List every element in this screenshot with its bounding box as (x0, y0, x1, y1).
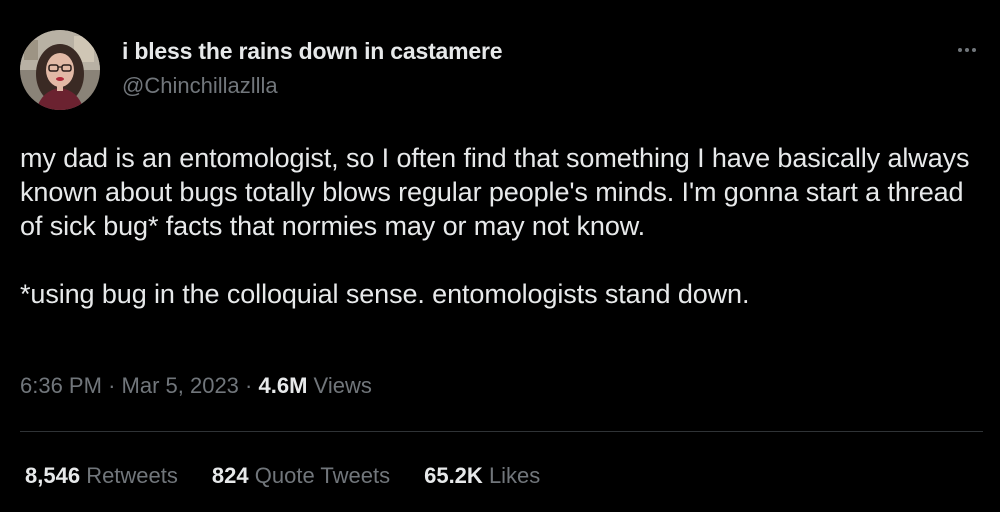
meta-separator: · (108, 373, 116, 398)
tweet-text: my dad is an entomologist, so I often fi… (20, 141, 985, 311)
likes-stat[interactable]: 65.2K Likes (424, 463, 540, 489)
profile-photo-icon (20, 30, 100, 110)
meta-separator: · (245, 373, 253, 398)
avatar[interactable] (20, 30, 100, 110)
tweet-stats: 8,546 Retweets 824 Quote Tweets 65.2K Li… (25, 463, 540, 489)
tweet-text-paragraph-1: my dad is an entomologist, so I often fi… (20, 143, 977, 241)
quote-tweets-label: Quote Tweets (254, 463, 391, 488)
likes-count: 65.2K (424, 463, 483, 488)
retweets-stat[interactable]: 8,546 Retweets (25, 463, 178, 489)
divider (20, 431, 983, 432)
tweet-text-paragraph-2: *using bug in the colloquial sense. ento… (20, 279, 750, 309)
author-display-name[interactable]: i bless the rains down in castamere (122, 38, 503, 65)
likes-label: Likes (488, 463, 541, 488)
more-horizontal-icon (958, 48, 962, 52)
views-count[interactable]: 4.6M (259, 373, 308, 398)
retweets-count: 8,546 (25, 463, 81, 488)
more-horizontal-icon (965, 48, 969, 52)
quote-tweets-count: 824 (211, 463, 249, 488)
author-handle[interactable]: @Chinchillazllla (122, 73, 278, 99)
tweet-date[interactable]: Mar 5, 2023 (122, 373, 239, 398)
views-label: Views (313, 373, 372, 398)
retweets-label: Retweets (86, 463, 178, 488)
more-horizontal-icon (972, 48, 976, 52)
more-options-button[interactable] (950, 38, 984, 62)
tweet-time[interactable]: 6:36 PM (20, 373, 102, 398)
quote-tweets-stat[interactable]: 824 Quote Tweets (212, 463, 390, 489)
tweet-meta: 6:36 PM · Mar 5, 2023 · 4.6M Views (20, 373, 372, 399)
